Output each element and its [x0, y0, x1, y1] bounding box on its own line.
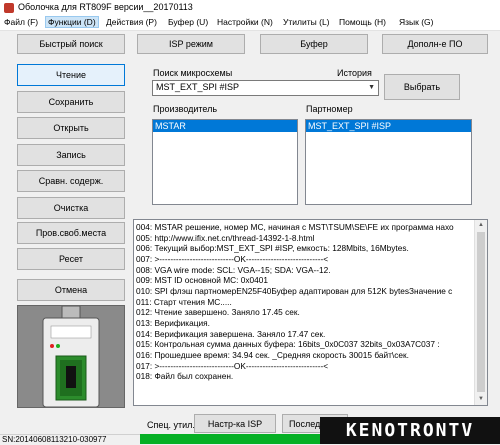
log-line: 013: Верификация. — [136, 317, 210, 328]
menu-file[interactable]: Файл (F) — [2, 17, 40, 27]
watermark: KENOTRONTV — [320, 417, 500, 444]
save-button[interactable]: Сохранить — [17, 91, 125, 113]
write-button[interactable]: Запись — [17, 144, 125, 166]
log-line: 010: SPI флэш партномерEN25F40Буфер адап… — [136, 285, 453, 296]
erase-button[interactable]: Очистка — [17, 197, 125, 219]
compare-button[interactable]: Сравн. содерж. — [17, 170, 125, 192]
progress-bar — [140, 434, 330, 444]
log-line: 006: Текущий выбор:MST_EXT_SPI #ISP, емк… — [136, 243, 409, 254]
log-line: 005: http://www.ifix.net.cn/thread-14392… — [136, 232, 315, 243]
chip-search-value: MST_EXT_SPI #ISP — [156, 82, 240, 92]
history-label: История — [337, 68, 372, 78]
reset-button[interactable]: Ресет — [17, 248, 125, 270]
partnumber-list[interactable]: MST_EXT_SPI #ISP — [305, 119, 472, 205]
menu-utilities[interactable]: Утилиты (L) — [281, 17, 332, 27]
scroll-thumb[interactable] — [477, 232, 485, 392]
programmer-device-image — [17, 305, 125, 408]
select-chip-button[interactable]: Выбрать — [384, 74, 460, 100]
read-button[interactable]: Чтение — [17, 64, 125, 86]
scroll-up-icon[interactable]: ▲ — [475, 220, 487, 231]
log-line: 016: Прошедшее время: 34.94 сек. _Средня… — [136, 349, 409, 360]
log-line: 018: Файл был сохранен. — [136, 371, 234, 382]
programmer-device-icon — [18, 306, 124, 407]
partnumber-item-selected[interactable]: MST_EXT_SPI #ISP — [306, 120, 471, 132]
extra-software-button[interactable]: Дополн-е ПО — [382, 34, 488, 54]
partnumber-label: Партномер — [306, 104, 353, 114]
log-line: 017: >---------------------------OK-----… — [136, 360, 329, 371]
manufacturer-label: Производитель — [153, 104, 218, 114]
log-line: 009: MST ID основной МС: 0x0401 — [136, 275, 268, 286]
isp-settings-button[interactable]: Настр-ка ISP — [194, 414, 276, 433]
menu-buffer[interactable]: Буфер (U) — [166, 17, 210, 27]
log-scrollbar[interactable]: ▲ ▼ — [474, 220, 487, 405]
chip-search-label: Поиск микросхемы — [153, 68, 233, 78]
app-icon — [4, 3, 14, 13]
serial-number: SN:20140608113210-030977 — [2, 435, 107, 444]
title-bar: Оболочка для RT809F версии__20170113 — [0, 0, 500, 16]
blank-check-button[interactable]: Пров.своб.места — [17, 222, 125, 244]
menu-functions[interactable]: Функции (D) — [45, 16, 99, 28]
log-line: 004: MSTAR решение, номер МС, начиная с … — [136, 222, 454, 232]
log-output[interactable]: 004: MSTAR решение, номер МС, начиная с … — [133, 219, 488, 406]
open-button[interactable]: Открыть — [17, 117, 125, 139]
special-utilities-label: Спец. утил. — [147, 420, 195, 430]
log-line: 008: VGA wire mode: SCL: VGA--15; SDA: V… — [136, 264, 331, 275]
quick-search-button[interactable]: Быстрый поиск — [17, 34, 125, 54]
manufacturer-list[interactable]: MSTAR — [152, 119, 298, 205]
chevron-down-icon[interactable]: ▼ — [368, 81, 375, 94]
manufacturer-item-selected[interactable]: MSTAR — [153, 120, 297, 132]
menu-bar: Файл (F) Функции (D) Действия (P) Буфер … — [0, 16, 500, 31]
log-line: 014: Верификация завершена. Заняло 17.47… — [136, 328, 326, 339]
menu-actions[interactable]: Действия (P) — [104, 17, 159, 27]
log-line: 015: Контрольная сумма данных буфера: 16… — [136, 339, 440, 350]
menu-settings[interactable]: Настройки (N) — [215, 17, 275, 27]
menu-help[interactable]: Помощь (H) — [337, 17, 388, 27]
buffer-button[interactable]: Буфер — [260, 34, 368, 54]
cancel-button[interactable]: Отмена — [17, 279, 125, 301]
log-line: 007: >---------------------------OK-----… — [136, 253, 329, 264]
log-line: 011: Старт чтения МС..... — [136, 296, 232, 307]
scroll-down-icon[interactable]: ▼ — [475, 394, 487, 405]
isp-mode-button[interactable]: ISP режим — [137, 34, 245, 54]
log-line: 012: Чтение завершено. Заняло 17.45 сек. — [136, 307, 300, 318]
chip-search-combo[interactable]: MST_EXT_SPI #ISP ▼ — [152, 80, 379, 96]
window-title: Оболочка для RT809F версии__20170113 — [18, 2, 193, 12]
menu-language[interactable]: Язык (G) — [397, 17, 436, 27]
